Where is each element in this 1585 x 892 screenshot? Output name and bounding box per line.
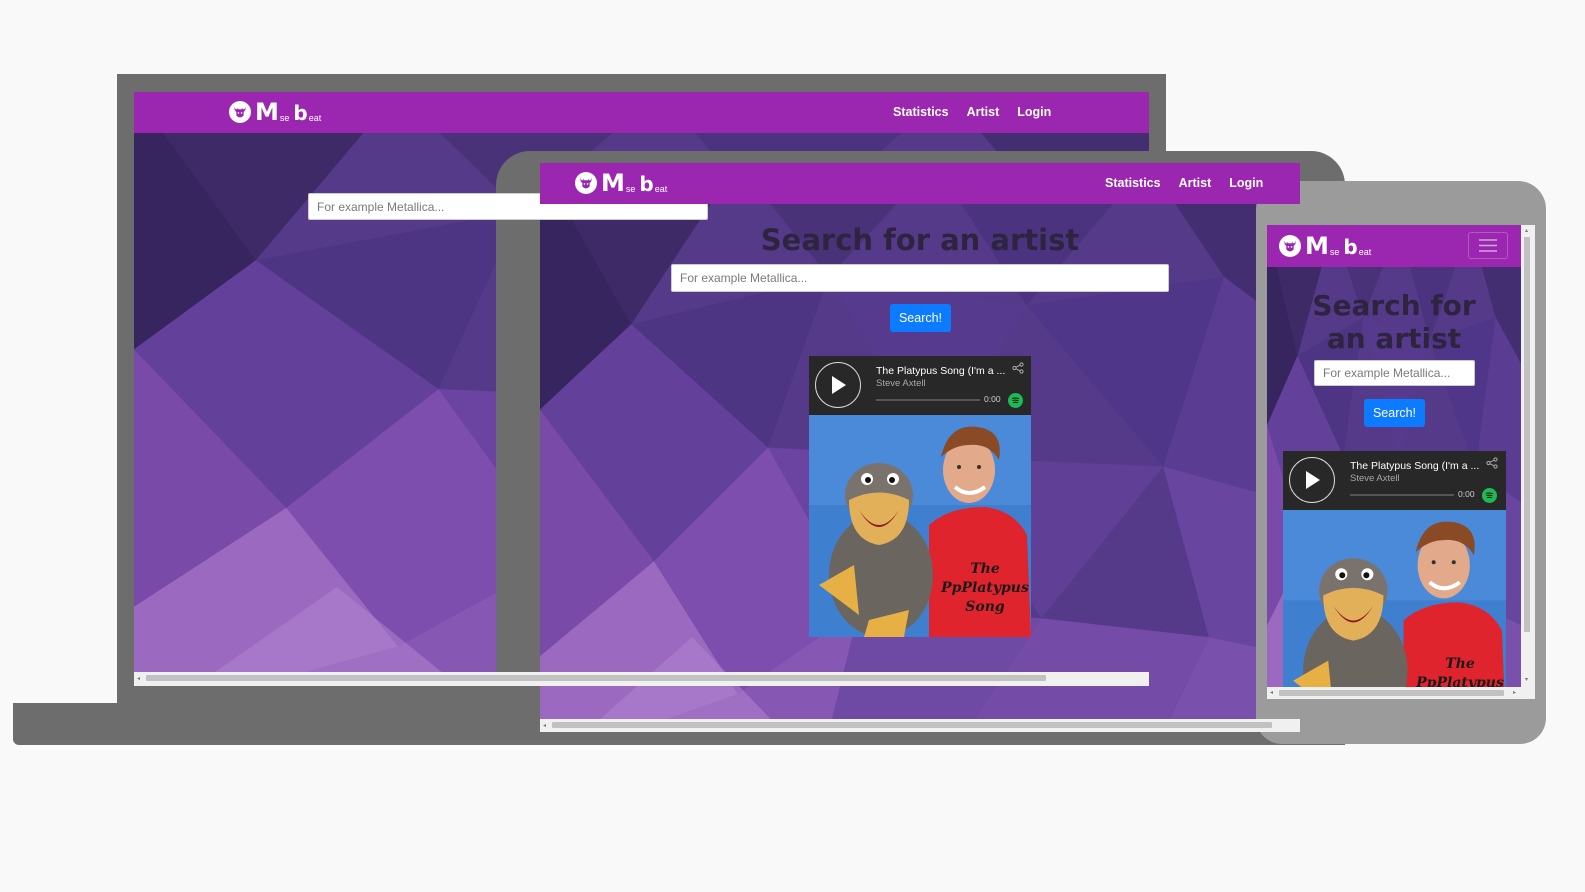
cover-text-line-1: The xyxy=(970,561,1000,577)
navbar: M se b eat xyxy=(1267,225,1521,267)
scrollbar-thumb[interactable] xyxy=(552,722,1272,728)
track-title[interactable]: The Platypus Song (I'm a ... xyxy=(876,365,1005,377)
cover-text-line-2: PpPlatypus xyxy=(1416,675,1504,687)
nav-login[interactable]: Login xyxy=(1229,176,1263,190)
track-time: 0:00 xyxy=(1458,489,1475,499)
logo-text-eat: eat xyxy=(654,184,668,194)
phone-screen: M se b eat Search for an artist Search! … xyxy=(1267,225,1535,699)
logo-text-se: se xyxy=(625,184,636,194)
track-artist[interactable]: Steve Axtell xyxy=(1350,473,1400,484)
cover-text-line-2: PpPlatypus xyxy=(941,580,1029,596)
spotify-icon[interactable] xyxy=(1008,393,1023,408)
page-title: Search for an artist xyxy=(760,223,1080,257)
track-time: 0:00 xyxy=(984,394,1001,404)
horizontal-scrollbar[interactable]: ◂ xyxy=(134,672,1149,686)
logo-letter-m: M xyxy=(601,169,625,197)
nav-links: Statistics Artist Login xyxy=(1105,176,1263,190)
horizontal-scrollbar[interactable]: ◂ xyxy=(540,719,1300,732)
play-icon xyxy=(832,376,846,394)
scroll-left-icon[interactable]: ◂ xyxy=(137,676,140,682)
album-cover: The PpPlatypus xyxy=(1283,510,1506,687)
nav-statistics[interactable]: Statistics xyxy=(893,105,949,119)
player-header: The Platypus Song (I'm a ... Steve Axtel… xyxy=(1283,451,1506,509)
logo-text-eat: eat xyxy=(308,113,322,123)
cover-text-line-3: Song xyxy=(965,599,1005,615)
share-icon[interactable] xyxy=(1486,457,1498,469)
page-title-line-2: an artist xyxy=(1326,322,1462,355)
scrollbar-thumb[interactable] xyxy=(1524,237,1530,632)
spotify-player: The Platypus Song (I'm a ... Steve Axtel… xyxy=(809,356,1031,637)
page-title-line-1: Search for xyxy=(1312,289,1476,322)
track-title[interactable]: The Platypus Song (I'm a ... xyxy=(1350,460,1479,472)
nav-artist[interactable]: Artist xyxy=(967,105,1000,119)
menu-toggle-button[interactable] xyxy=(1468,232,1508,259)
vertical-scrollbar[interactable]: ▴ ▾ xyxy=(1521,225,1535,687)
progress-bar[interactable] xyxy=(876,399,980,401)
nav-links: Statistics Artist Login xyxy=(893,105,1051,119)
album-cover: The PpPlatypus Song xyxy=(809,415,1031,637)
search-input[interactable] xyxy=(671,264,1169,292)
track-artist[interactable]: Steve Axtell xyxy=(876,378,926,389)
moose-icon xyxy=(575,172,597,194)
navbar: M se b eat Statistics Artist Login xyxy=(134,92,1149,133)
cover-shirt-text: The PpPlatypus Song xyxy=(939,560,1031,617)
spotify-player: The Platypus Song (I'm a ... Steve Axtel… xyxy=(1283,451,1506,687)
scroll-right-icon[interactable]: ▸ xyxy=(1513,690,1516,696)
page-title: Search for an artist xyxy=(1267,289,1521,355)
tablet-screen: M se b eat Statistics Artist Login Searc… xyxy=(540,163,1300,732)
logo-letter-b: b xyxy=(639,172,654,196)
nav-artist[interactable]: Artist xyxy=(1179,176,1212,190)
moose-icon xyxy=(1279,235,1301,257)
play-button[interactable] xyxy=(815,362,861,408)
logo-letter-m: M xyxy=(1305,232,1329,260)
logo-text-eat: eat xyxy=(1358,247,1372,257)
scrollbar-thumb[interactable] xyxy=(1279,690,1504,696)
logo-letter-b: b xyxy=(293,101,308,125)
brand-logo[interactable]: M se b eat xyxy=(1279,232,1372,260)
scroll-left-icon[interactable]: ◂ xyxy=(543,723,546,729)
player-header: The Platypus Song (I'm a ... Steve Axtel… xyxy=(809,356,1031,414)
play-button[interactable] xyxy=(1289,457,1335,503)
moose-icon xyxy=(229,101,251,123)
navbar: M se b eat Statistics Artist Login xyxy=(540,163,1300,204)
nav-statistics[interactable]: Statistics xyxy=(1105,176,1161,190)
search-input[interactable] xyxy=(1314,360,1475,386)
logo-text-se: se xyxy=(1329,247,1340,257)
cover-text-line-1: The xyxy=(1445,656,1475,672)
search-button[interactable]: Search! xyxy=(1364,399,1425,427)
search-button[interactable]: Search! xyxy=(890,304,951,332)
laptop-base xyxy=(13,703,510,745)
hamburger-menu-icon xyxy=(1479,239,1497,252)
horizontal-scrollbar[interactable]: ◂ ▸ xyxy=(1267,687,1535,699)
play-icon xyxy=(1306,471,1320,489)
nav-login[interactable]: Login xyxy=(1017,105,1051,119)
scroll-left-icon[interactable]: ◂ xyxy=(1270,690,1273,696)
cover-shirt-text: The PpPlatypus xyxy=(1414,655,1506,687)
scroll-up-icon[interactable]: ▴ xyxy=(1525,228,1528,234)
logo-letter-m: M xyxy=(255,98,279,126)
logo-letter-b: b xyxy=(1343,235,1358,259)
brand-logo[interactable]: M se b eat xyxy=(575,169,668,197)
share-icon[interactable] xyxy=(1012,362,1024,374)
logo-text-se: se xyxy=(279,113,290,123)
scrollbar-thumb[interactable] xyxy=(146,675,1046,681)
spotify-icon[interactable] xyxy=(1482,488,1497,503)
scroll-down-icon[interactable]: ▾ xyxy=(1525,677,1528,683)
brand-logo[interactable]: M se b eat xyxy=(229,98,322,126)
progress-bar[interactable] xyxy=(1350,494,1454,496)
